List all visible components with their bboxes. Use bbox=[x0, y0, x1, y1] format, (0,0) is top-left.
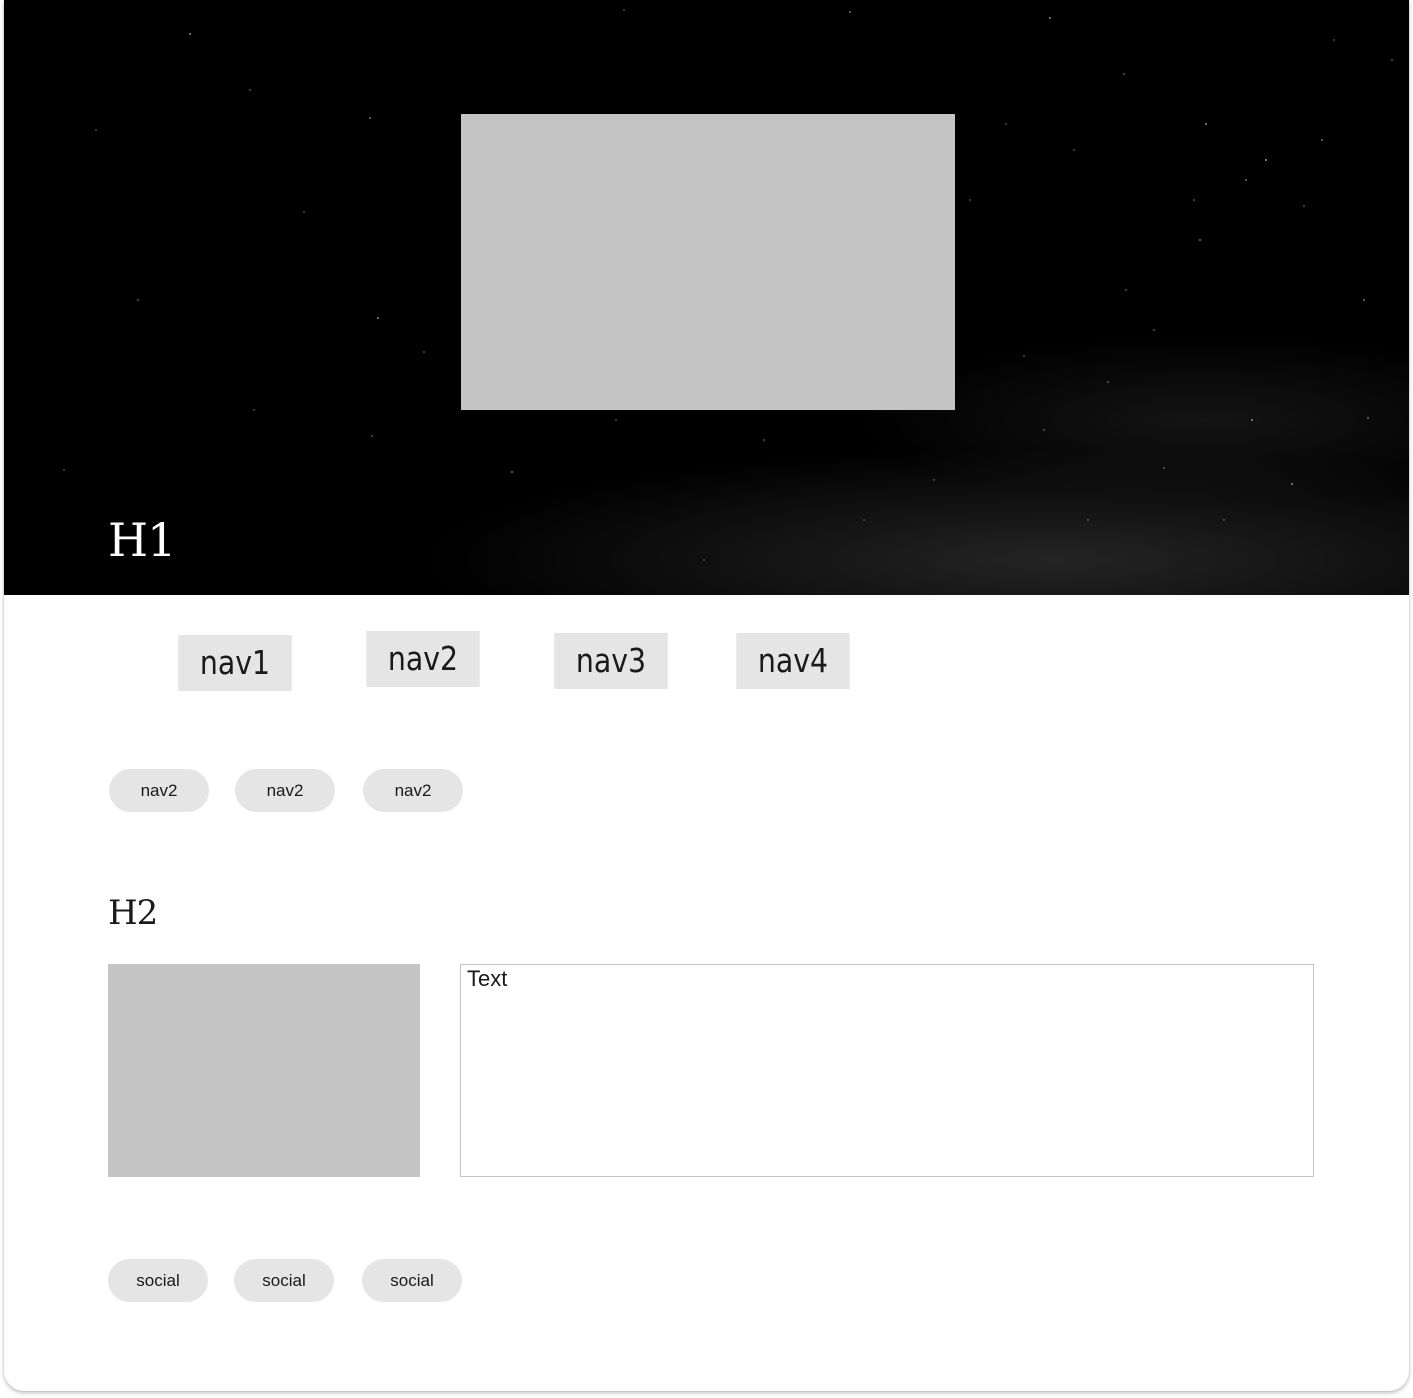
nav-button-4[interactable]: nav4 bbox=[736, 633, 850, 689]
section-heading: H2 bbox=[108, 893, 158, 933]
content-image-placeholder bbox=[108, 964, 420, 1177]
social-button-1[interactable]: social bbox=[108, 1259, 208, 1302]
secondary-nav-pill-1[interactable]: nav2 bbox=[109, 769, 209, 812]
secondary-nav-pill-2[interactable]: nav2 bbox=[235, 769, 335, 812]
nav-button-2[interactable]: nav2 bbox=[366, 631, 480, 687]
nav-button-1[interactable]: nav1 bbox=[178, 635, 292, 691]
hero-image-placeholder bbox=[461, 114, 955, 410]
secondary-nav-pill-3[interactable]: nav2 bbox=[363, 769, 463, 812]
social-button-2[interactable]: social bbox=[234, 1259, 334, 1302]
social-button-3[interactable]: social bbox=[362, 1259, 462, 1302]
nav-button-3[interactable]: nav3 bbox=[554, 633, 668, 689]
page-card: H1 nav1 nav2 nav3 nav4 nav2 nav2 nav2 H2… bbox=[4, 0, 1409, 1391]
hero-banner: H1 bbox=[4, 0, 1409, 595]
page-title: H1 bbox=[108, 513, 176, 567]
content-text-box: Text bbox=[460, 964, 1314, 1177]
